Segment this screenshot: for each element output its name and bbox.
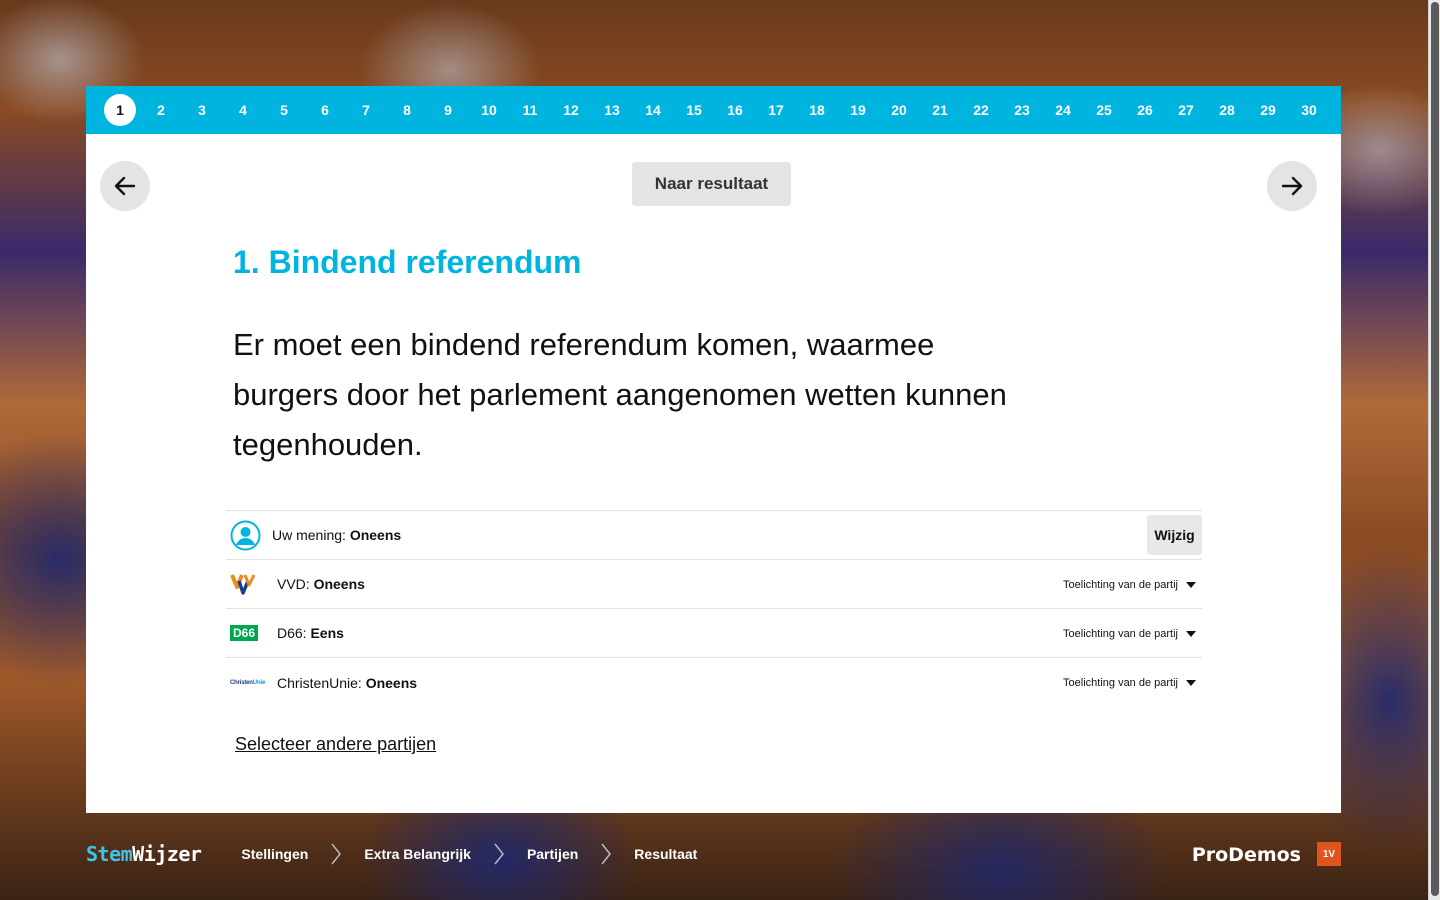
to-result-button[interactable]: Naar resultaat [632,162,791,206]
party-row-vvd: VVD: Oneens Toelichting van de partij [226,560,1202,609]
d66-opinion-label: D66: Eens [277,625,344,641]
user-avatar [226,520,266,551]
step-27[interactable]: 27 [1170,94,1202,126]
step-5[interactable]: 5 [268,94,300,126]
christenunie-explanation-label: Toelichting van de partij [1063,676,1178,689]
step-14[interactable]: 14 [637,94,669,126]
step-21[interactable]: 21 [924,94,956,126]
step-10[interactable]: 10 [473,94,505,126]
step-11[interactable]: 11 [514,94,546,126]
d66-logo-text: D66 [230,625,259,641]
statement-stepper: 1 2 3 4 5 6 7 8 9 10 11 12 13 14 15 16 17 18 19 20 21 22 23 24 2… [86,86,1341,134]
breadcrumb-item-stellingen[interactable]: Stellingen [241,846,308,862]
step-24[interactable]: 24 [1047,94,1079,126]
step-29[interactable]: 29 [1252,94,1284,126]
step-2[interactable]: 2 [145,94,177,126]
caret-down-icon [1186,679,1196,686]
step-20[interactable]: 20 [883,94,915,126]
christenunie-logo-text: ChristenUnie [230,679,265,686]
tv-badge: 1V [1317,842,1341,866]
step-26[interactable]: 26 [1129,94,1161,126]
vvd-logo-icon [230,574,256,595]
arrow-right-icon [1281,176,1303,196]
d66-explanation-toggle[interactable]: Toelichting van de partij [1063,609,1196,658]
caret-down-icon [1186,630,1196,637]
step-3[interactable]: 3 [186,94,218,126]
footer: StemWijzer Stellingen Extra Belangrijk Par… [86,836,1341,872]
previous-button[interactable] [100,161,150,211]
step-23[interactable]: 23 [1006,94,1038,126]
step-7[interactable]: 7 [350,94,382,126]
prodemos-logo: ProDemos [1191,844,1301,866]
step-13[interactable]: 13 [596,94,628,126]
christenunie-logo: ChristenUnie [226,680,266,686]
step-12[interactable]: 12 [555,94,587,126]
user-icon [230,520,261,550]
breadcrumb-item-resultaat[interactable]: Resultaat [634,846,697,862]
step-22[interactable]: 22 [965,94,997,126]
statement-text: Er moet een bindend referendum komen, wa… [233,327,1007,462]
chevron-right-icon [600,842,612,866]
step-28[interactable]: 28 [1211,94,1243,126]
step-9[interactable]: 9 [432,94,464,126]
step-18[interactable]: 18 [801,94,833,126]
party-row-d66: D66 D66: Eens Toelichting van de partij [226,609,1202,658]
next-button[interactable] [1267,161,1317,211]
page-scrollbar[interactable] [1428,0,1440,900]
step-19[interactable]: 19 [842,94,874,126]
christenunie-explanation-toggle[interactable]: Toelichting van de partij [1063,658,1196,707]
step-15[interactable]: 15 [678,94,710,126]
select-other-parties-link[interactable]: Selecteer andere partijen [235,734,436,755]
step-16[interactable]: 16 [719,94,751,126]
step-25[interactable]: 25 [1088,94,1120,126]
user-opinion-row: Uw mening: Oneens Wijzig [226,511,1202,560]
step-30[interactable]: 30 [1293,94,1325,126]
party-row-christenunie: ChristenUnie ChristenUnie: Oneens Toelic… [226,658,1202,707]
vvd-explanation-label: Toelichting van de partij [1063,578,1178,591]
christenunie-opinion-label: ChristenUnie: Oneens [277,674,418,691]
opinions-list: Uw mening: Oneens Wijzig VVD: Oneens Toe… [226,510,1202,707]
change-opinion-button[interactable]: Wijzig [1147,515,1202,555]
breadcrumb: Stellingen Extra Belangrijk Partijen Result… [241,842,697,866]
vvd-explanation-toggle[interactable]: Toelichting van de partij [1063,560,1196,609]
scrollbar-thumb[interactable] [1431,2,1439,896]
vvd-opinion-label: VVD: Oneens [277,576,365,592]
statement-title: 1. Bindend referendum [233,244,582,280]
breadcrumb-item-extra-belangrijk[interactable]: Extra Belangrijk [364,846,471,862]
caret-down-icon [1186,581,1196,588]
breadcrumb-item-partijen[interactable]: Partijen [527,846,578,862]
d66-explanation-label: Toelichting van de partij [1063,627,1178,640]
chevron-right-icon [493,842,505,866]
stemwijzer-logo[interactable]: StemWijzer [86,842,202,866]
step-4[interactable]: 4 [227,94,259,126]
main-panel: 1 2 3 4 5 6 7 8 9 10 11 12 13 14 15 16 17 18 19 20 21 22 23 24 2… [86,86,1341,813]
step-17[interactable]: 17 [760,94,792,126]
chevron-right-icon [330,842,342,866]
d66-logo: D66 [226,625,266,641]
arrow-left-icon [114,176,136,196]
step-6[interactable]: 6 [309,94,341,126]
vvd-logo [226,571,266,597]
user-opinion-label: Uw mening: Oneens [272,527,402,543]
step-8[interactable]: 8 [391,94,423,126]
step-1[interactable]: 1 [104,94,136,126]
